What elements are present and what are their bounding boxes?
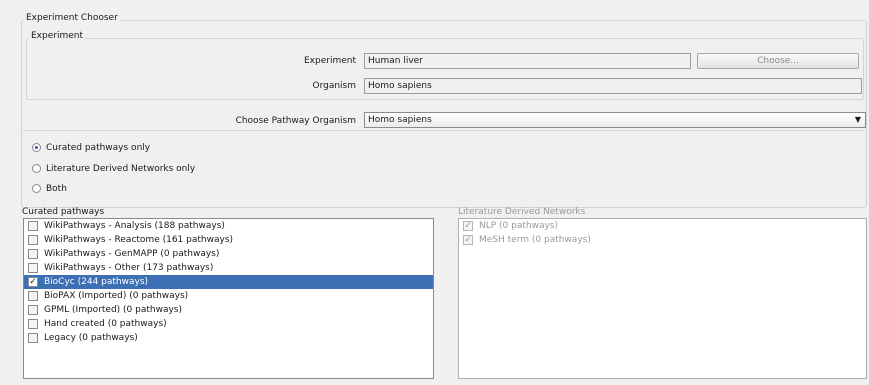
organism-label: Organism [312,81,356,91]
list-item[interactable]: WikiPathways - Other (173 pathways) [24,261,433,275]
experiment-field[interactable]: Human liver [364,53,691,69]
list-item-label: WikiPathways - Reactome (161 pathways) [44,235,234,245]
organism-field[interactable]: Homo sapiens [364,78,862,94]
separator [21,130,867,131]
list-item[interactable]: WikiPathways - Reactome (161 pathways) [24,233,433,247]
choose-button[interactable]: Choose... [697,53,859,69]
list-item[interactable]: BioPAX (Imported) (0 pathways) [24,289,433,303]
checkbox-icon[interactable] [28,305,38,315]
curated-pathways-list[interactable]: WikiPathways - Analysis (188 pathways) W… [23,218,434,379]
chevron-down-icon[interactable]: ▼ [855,114,861,126]
list-item-label: BioCyc (244 pathways) [44,277,149,287]
list-item-label: GPML (Imported) (0 pathways) [44,305,183,315]
pathway-organism-value: Homo sapiens [368,115,432,125]
checkbox-icon[interactable] [28,235,38,245]
list-item: ✓ MeSH term (0 pathways) [459,233,866,247]
list-item[interactable]: GPML (Imported) (0 pathways) [24,303,433,317]
checkbox-icon[interactable] [28,249,38,259]
list-item-label: NLP (0 pathways) [479,221,558,231]
checkbox-checked-icon: ✓ [463,235,473,245]
radio-unselected-icon[interactable] [32,184,41,193]
list-item: ✓ NLP (0 pathways) [459,219,866,233]
curated-pathways-title: Curated pathways [22,207,105,217]
checkbox-checked-icon: ✓ [463,221,473,231]
checkbox-checked-icon[interactable]: ✓ [28,277,38,287]
list-item-label: MeSH term (0 pathways) [479,235,591,245]
list-item[interactable]: Hand created (0 pathways) [24,317,433,331]
experiment-group-title: Experiment [29,31,86,41]
literature-networks-title: Literature Derived Networks [458,207,586,217]
radio-both-label: Both [46,184,67,194]
list-item[interactable]: Legacy (0 pathways) [24,331,433,345]
pathway-organism-select[interactable]: Homo sapiens ▼ [364,112,866,128]
list-item-label: WikiPathways - GenMAPP (0 pathways) [44,249,220,259]
pathway-organism-label: Choose Pathway Organism [235,116,356,126]
literature-networks-list: ✓ NLP (0 pathways) ✓ MeSH term (0 pathwa… [458,218,867,379]
checkbox-icon[interactable] [28,263,38,273]
list-item-label: Legacy (0 pathways) [44,333,138,343]
list-item[interactable]: WikiPathways - GenMAPP (0 pathways) [24,247,433,261]
checkbox-icon[interactable] [28,291,38,301]
list-item-label: Hand created (0 pathways) [44,319,167,329]
radio-curated-label: Curated pathways only [46,143,151,153]
list-item[interactable]: WikiPathways - Analysis (188 pathways) [24,219,433,233]
checkbox-icon[interactable] [28,319,38,329]
radio-literature-label: Literature Derived Networks only [46,164,196,174]
list-item-label: BioPAX (Imported) (0 pathways) [44,291,189,301]
checkbox-icon[interactable] [28,221,38,231]
list-item-label: WikiPathways - Other (173 pathways) [44,263,214,273]
checkbox-icon[interactable] [28,333,38,343]
radio-selected-icon[interactable] [32,143,41,152]
experiment-chooser-title: Experiment Chooser [24,13,120,23]
list-item-label: WikiPathways - Analysis (188 pathways) [44,221,225,231]
experiment-label: Experiment [303,56,356,66]
radio-unselected-icon[interactable] [32,164,41,173]
list-item-selected[interactable]: ✓ BioCyc (244 pathways) [24,275,433,289]
